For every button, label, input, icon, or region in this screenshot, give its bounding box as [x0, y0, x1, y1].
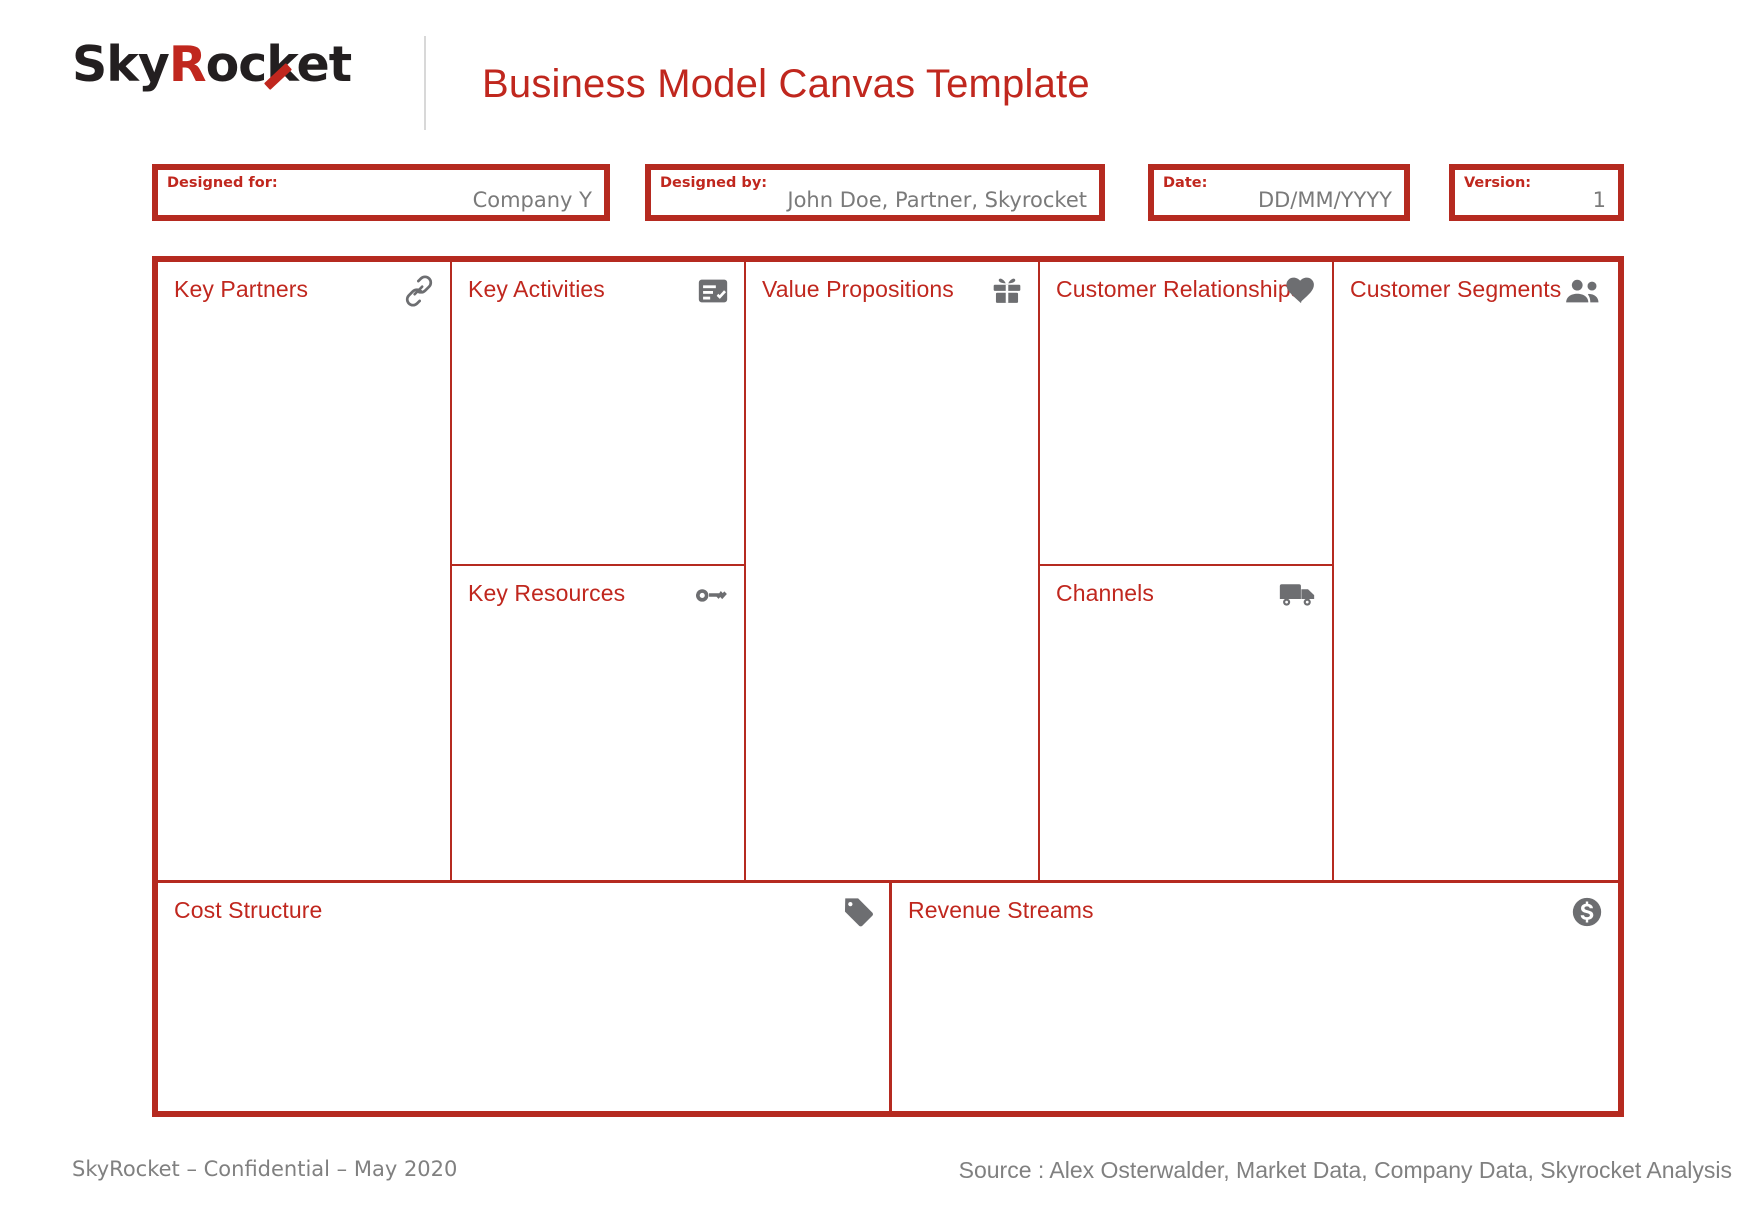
designed-for-field[interactable]: Designed for: Company Y: [152, 164, 610, 221]
cell-customer-segments[interactable]: Customer Segments: [1334, 262, 1618, 880]
cell-key-resources[interactable]: Key Resources: [452, 566, 744, 878]
page-header: SkyRocket Business Model Canvas Template: [0, 0, 1750, 145]
column-customer-relationships-channels: Customer Relationships Channels: [1040, 262, 1334, 880]
customer-relationships-title: Customer Relationships: [1056, 276, 1303, 302]
key-icon: [696, 578, 730, 612]
skyrocket-logo: SkyRocket: [72, 40, 352, 91]
customer-segments-title: Customer Segments: [1350, 276, 1562, 302]
cell-key-activities[interactable]: Key Activities: [452, 262, 744, 566]
date-label: Date:: [1163, 175, 1208, 191]
version-value: 1: [1592, 188, 1606, 212]
dollar-coin-icon: [1570, 895, 1604, 929]
footer-confidential-text: SkyRocket – Confidential – May 2020: [72, 1157, 458, 1181]
version-field[interactable]: Version: 1: [1449, 164, 1624, 221]
date-field[interactable]: Date: DD/MM/YYYY: [1148, 164, 1410, 221]
canvas-bottom-row: Cost Structure Revenue Streams: [158, 880, 1618, 1111]
footer-source-text: Source : Alex Osterwalder, Market Data, …: [958, 1157, 1732, 1183]
cell-key-partners[interactable]: Key Partners: [158, 262, 450, 880]
logo-text-r: R: [168, 36, 207, 93]
column-key-activities-resources: Key Activities Key Resources: [452, 262, 746, 880]
version-label: Version:: [1464, 175, 1532, 191]
canvas-grid: Key Partners Key Activities Key Resource…: [152, 256, 1624, 1117]
column-customer-segments: Customer Segments: [1334, 262, 1618, 880]
page-title: Business Model Canvas Template: [482, 62, 1090, 106]
revenue-streams-title: Revenue Streams: [908, 897, 1094, 923]
cell-customer-relationships[interactable]: Customer Relationships: [1040, 262, 1332, 566]
logo-text-ocket: ocket: [205, 36, 353, 93]
canvas-top-row: Key Partners Key Activities Key Resource…: [158, 262, 1618, 880]
link-icon: [402, 274, 436, 308]
key-partners-title: Key Partners: [174, 276, 309, 302]
column-key-partners: Key Partners: [158, 262, 452, 880]
channels-title: Channels: [1056, 580, 1154, 606]
heart-icon: [1284, 274, 1318, 308]
business-model-canvas-page: SkyRocket Business Model Canvas Template…: [0, 0, 1750, 1214]
gift-icon: [990, 274, 1024, 308]
header-divider: [424, 36, 426, 130]
tag-icon: [841, 895, 875, 929]
key-activities-title: Key Activities: [468, 276, 605, 302]
designed-by-field[interactable]: Designed by: John Doe, Partner, Skyrocke…: [645, 164, 1105, 221]
truck-icon: [1278, 578, 1318, 612]
cell-channels[interactable]: Channels: [1040, 566, 1332, 878]
key-resources-title: Key Resources: [468, 580, 626, 606]
cell-value-propositions[interactable]: Value Propositions: [746, 262, 1038, 880]
designed-for-label: Designed for:: [167, 175, 278, 191]
cost-structure-title: Cost Structure: [174, 897, 323, 923]
value-propositions-title: Value Propositions: [762, 276, 954, 302]
date-value: DD/MM/YYYY: [1257, 188, 1392, 212]
designed-by-value: John Doe, Partner, Skyrocket: [787, 188, 1087, 212]
designed-for-value: Company Y: [472, 188, 592, 212]
people-icon: [1564, 274, 1604, 308]
checklist-icon: [696, 274, 730, 308]
column-value-propositions: Value Propositions: [746, 262, 1040, 880]
logo-text-sky: Sky: [72, 36, 170, 93]
cell-revenue-streams[interactable]: Revenue Streams: [892, 883, 1618, 1111]
cell-cost-structure[interactable]: Cost Structure: [158, 883, 892, 1111]
designed-by-label: Designed by:: [660, 175, 768, 191]
